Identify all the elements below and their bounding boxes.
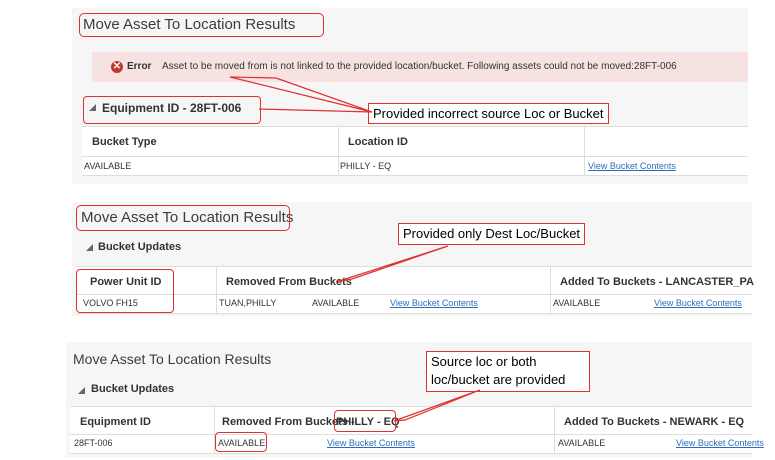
error-circle-icon: ✕ xyxy=(111,61,123,73)
error-label: Error xyxy=(127,61,152,72)
section2-table: Power Unit ID Removed From Buckets Added… xyxy=(76,266,754,314)
callout-only-dest: Provided only Dest Loc/Bucket xyxy=(398,223,586,245)
section1-table: Bucket Type Location ID AVAILABLE PHILLY… xyxy=(82,126,748,176)
callout-source-provided: Source loc or both loc/bucket are provid… xyxy=(426,351,590,392)
cell-location-id: PHILLY - EQ xyxy=(340,161,392,171)
cell-removed-type: AVAILABLE xyxy=(312,298,360,308)
section3-title: Move Asset To Location Results xyxy=(73,351,272,367)
col-location-id: Location ID xyxy=(348,136,408,148)
removed-location-highlight xyxy=(334,410,396,432)
col-removed-from-buckets: Removed From Buckets xyxy=(226,276,352,288)
callout-line-1: Source loc or both xyxy=(431,354,537,369)
view-removed-bucket-link[interactable]: View Bucket Contents xyxy=(390,298,478,308)
view-bucket-contents-link[interactable]: View Bucket Contents xyxy=(588,161,676,171)
section1-title-highlight xyxy=(79,13,324,37)
cell-bucket-type: AVAILABLE xyxy=(84,161,132,171)
col-added-to-buckets: Added To Buckets - LANCASTER_PA xyxy=(560,276,754,288)
removed-type-highlight xyxy=(215,432,267,452)
power-unit-highlight xyxy=(76,269,174,313)
cell-equipment-id: 28FT-006 xyxy=(74,438,113,448)
col-equipment-id: Equipment ID xyxy=(80,416,151,428)
cell-removed-location: TUAN,PHILLY xyxy=(219,298,277,308)
view-added-bucket-link[interactable]: View Bucket Contents xyxy=(676,438,764,448)
view-added-bucket-link[interactable]: View Bucket Contents xyxy=(654,298,742,308)
callout-line-2: loc/bucket are provided xyxy=(431,372,566,387)
cell-added-type: AVAILABLE xyxy=(553,298,601,308)
view-removed-bucket-link[interactable]: View Bucket Contents xyxy=(327,438,415,448)
callout-incorrect-source: Provided incorrect source Loc or Bucket xyxy=(368,103,609,124)
bucket-updates-header[interactable]: Bucket Updates xyxy=(98,241,181,253)
error-message: Asset to be moved from is not linked to … xyxy=(162,61,677,72)
group-header-highlight xyxy=(83,96,261,124)
collapse-triangle-icon[interactable] xyxy=(86,244,93,251)
section2-title-highlight xyxy=(76,205,290,231)
cell-added-type: AVAILABLE xyxy=(558,438,606,448)
section3-table: Equipment ID Removed From Buckets - PHIL… xyxy=(70,406,764,454)
collapse-triangle-icon[interactable] xyxy=(78,387,85,394)
col-bucket-type: Bucket Type xyxy=(92,136,157,148)
bucket-updates-header[interactable]: Bucket Updates xyxy=(91,383,174,395)
col-added-to-buckets: Added To Buckets - NEWARK - EQ xyxy=(564,416,745,428)
